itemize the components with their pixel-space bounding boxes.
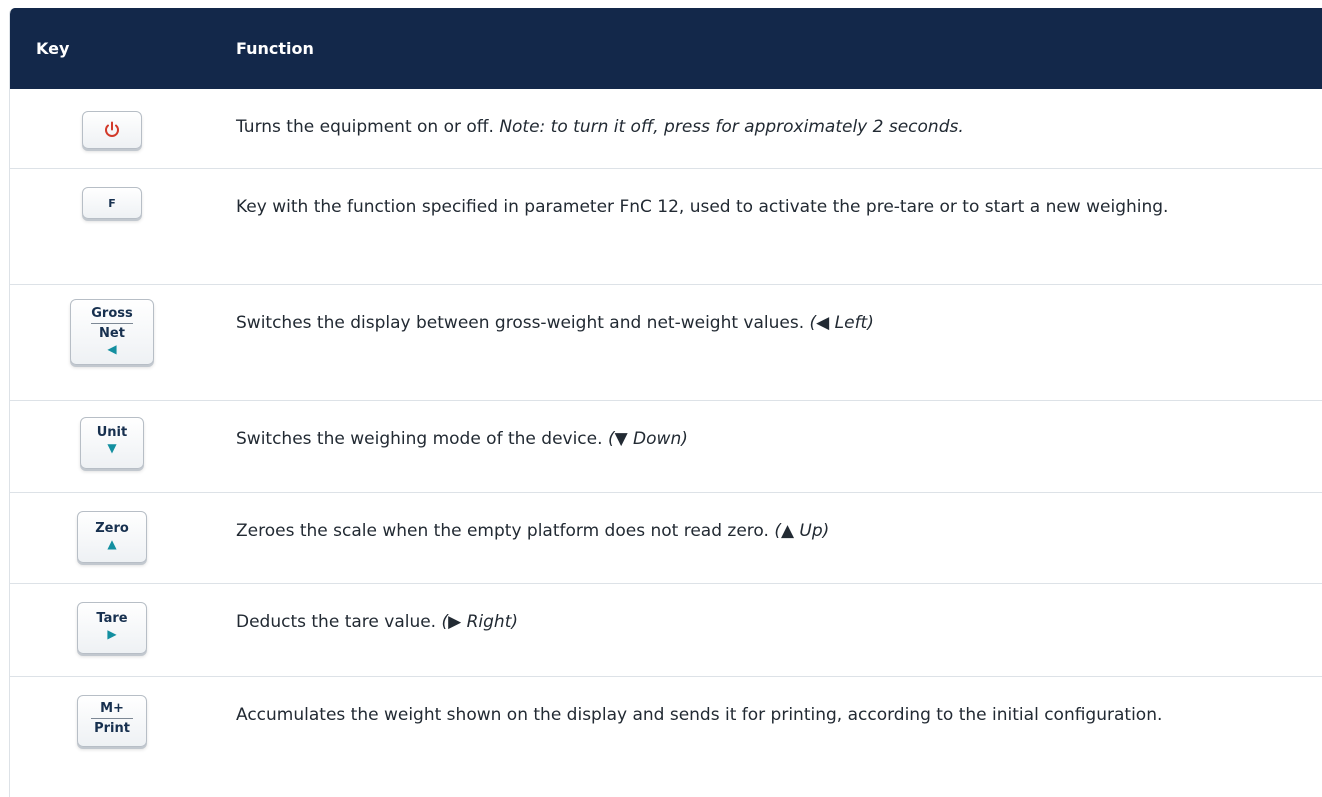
table-header-row: Key Function [10,8,1322,89]
function-cell: Accumulates the weight shown on the disp… [214,677,1322,793]
m-plus-print-key: M+ Print [77,695,147,747]
key-divider [91,323,133,324]
table-row: Tare ▶ Deducts the tare value. (▶ Right) [10,583,1322,677]
key-cell [10,89,214,169]
function-cell: Deducts the tare value. (▶ Right) [214,583,1322,677]
key-cell: Unit ▼ [10,400,214,493]
function-cell: Switches the weighing mode of the device… [214,400,1322,493]
function-cell: Switches the display between gross-weigh… [214,284,1322,401]
left-arrow-icon: ◀ [107,342,117,356]
table-row: Turns the equipment on or off. Note: to … [10,89,1322,169]
function-text: Turns the equipment on or off. [236,117,500,137]
tare-key: Tare ▶ [77,602,147,654]
key-cell: Tare ▶ [10,583,214,677]
right-arrow-icon: ▶ [107,627,117,641]
table-row: F Key with the function specified in par… [10,168,1322,285]
gross-label: Gross [91,306,133,321]
power-icon [105,121,119,137]
function-note: (▼ Down) [607,429,688,449]
tare-label: Tare [96,611,128,626]
key-cell: M+ Print [10,677,214,793]
key-cell: F [10,168,214,285]
power-key [82,111,142,149]
function-text: Accumulates the weight shown on the disp… [236,705,1163,725]
f-key-label: F [108,197,116,210]
function-note: Note: to turn it off, press for approxim… [499,117,964,137]
net-label: Net [99,326,125,341]
zero-key: Zero ▲ [77,511,147,563]
function-cell: Turns the equipment on or off. Note: to … [214,89,1322,169]
unit-label: Unit [96,425,128,440]
function-note: (◀ Left) [809,313,874,333]
function-text: Deducts the tare value. [236,612,442,632]
m-plus-label: M+ [100,701,124,716]
key-function-table: Key Function Turns the equipment on or o… [9,8,1322,797]
function-cell: Zeroes the scale when the empty platform… [214,492,1322,584]
function-text: Key with the function specified in param… [236,197,1169,217]
print-label: Print [94,721,130,736]
up-arrow-icon: ▲ [107,537,117,551]
function-text: Switches the display between gross-weigh… [236,313,810,333]
gross-net-key: Gross Net ◀ [70,299,154,365]
function-text: Switches the weighing mode of the device… [236,429,608,449]
table: Key Function Turns the equipment on or o… [10,8,1322,792]
key-cell: Gross Net ◀ [10,284,214,401]
header-function: Function [214,8,1322,89]
function-note: (▶ Right) [441,612,519,632]
f-key: F [82,187,142,219]
function-cell: Key with the function specified in param… [214,168,1322,285]
down-arrow-icon: ▼ [107,441,117,455]
table-row: M+ Print Accumulates the weight shown on… [10,677,1322,793]
function-text: Zeroes the scale when the empty platform… [236,521,775,541]
table-row: Zero ▲ Zeroes the scale when the empty p… [10,492,1322,584]
zero-label: Zero [95,521,129,536]
header-key: Key [10,8,214,89]
unit-key: Unit ▼ [80,417,144,469]
table-row: Unit ▼ Switches the weighing mode of the… [10,400,1322,493]
key-cell: Zero ▲ [10,492,214,584]
function-note: (▲ Up) [774,521,830,541]
table-row: Gross Net ◀ Switches the display between… [10,284,1322,401]
key-divider [91,718,133,719]
